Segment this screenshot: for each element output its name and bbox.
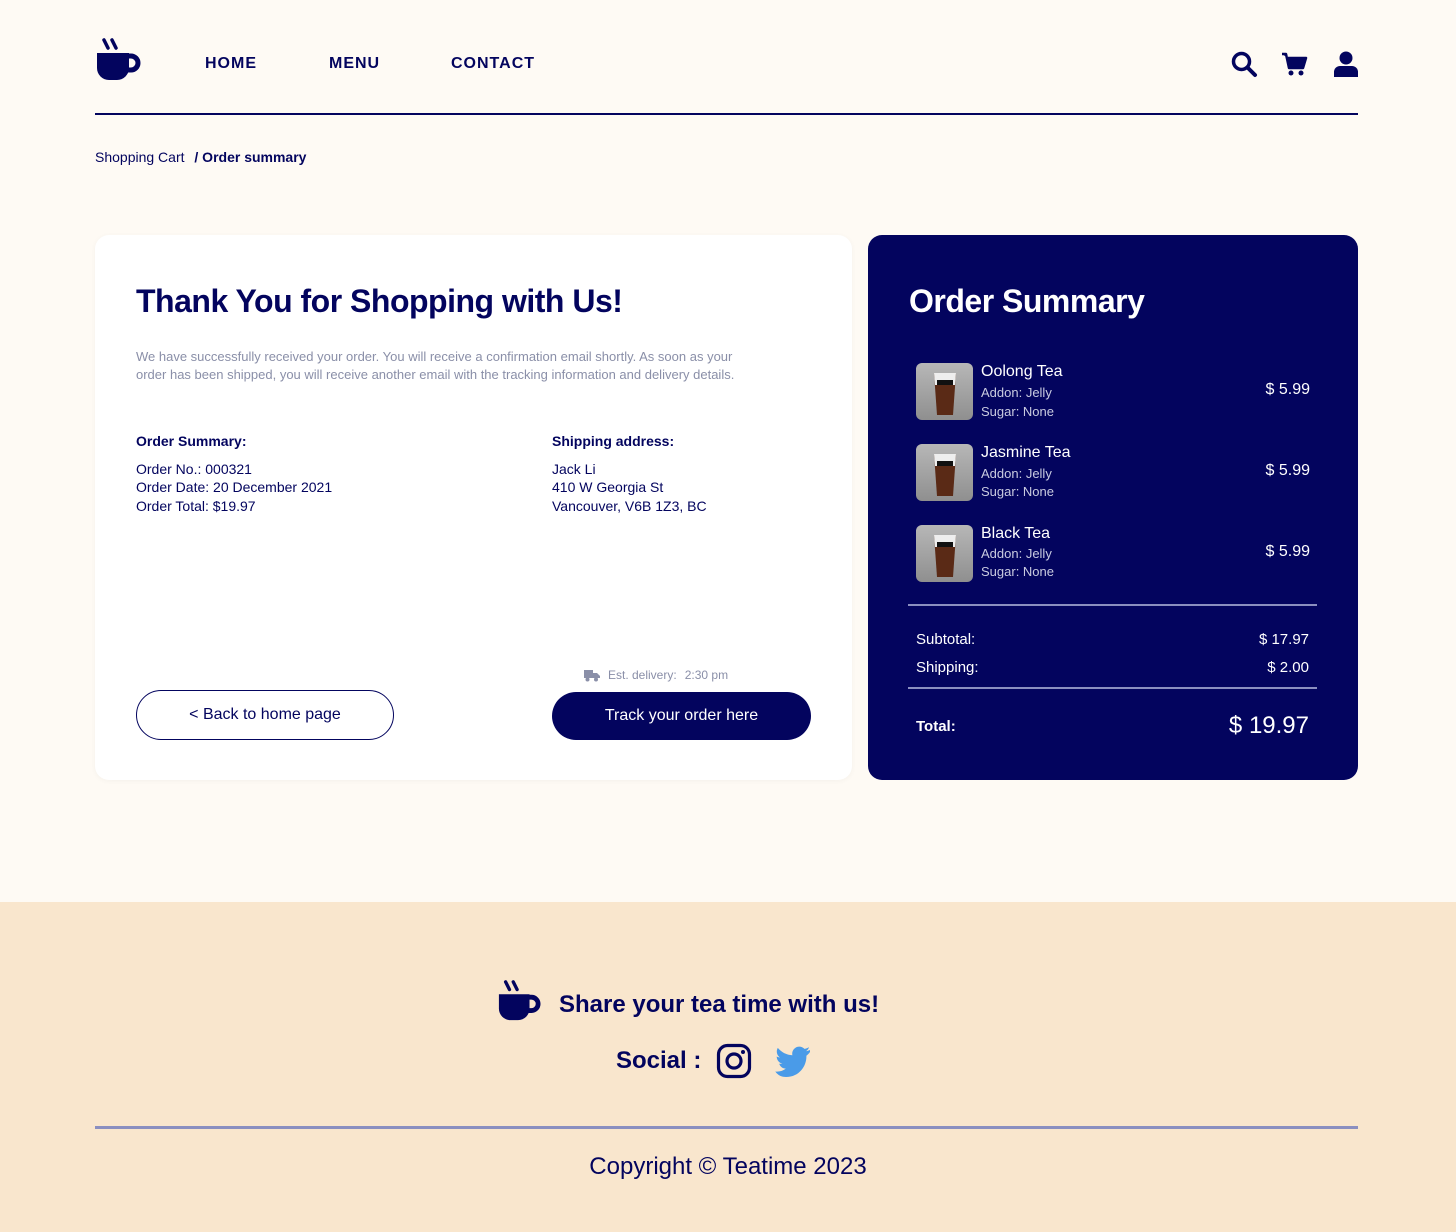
breadcrumb: Shopping Cart / Order summary: [95, 149, 306, 165]
item-price: $ 5.99: [1265, 381, 1310, 398]
subtotal-label: Subtotal:: [916, 631, 976, 648]
ship-city: Vancouver, V6B 1Z3, BC: [552, 497, 707, 514]
order-summary-title: Order Summary: [909, 283, 1145, 319]
teacup-logo-icon[interactable]: [95, 38, 141, 82]
shipping-row: Shipping: $ 2.00: [916, 659, 1309, 676]
instagram-icon[interactable]: [716, 1043, 752, 1079]
order-details: Order Summary: Order No.: 000321 Order D…: [136, 432, 332, 515]
item-addon: Addon: Jelly: [981, 385, 1052, 400]
header-divider: [95, 113, 1358, 115]
item-addon: Addon: Jelly: [981, 546, 1052, 561]
cart-icon[interactable]: [1281, 50, 1309, 78]
product-thumbnail: [916, 363, 973, 420]
item-sugar: Sugar: None: [981, 484, 1054, 499]
cart-item: Jasmine Tea Addon: Jelly Sugar: None $ 5…: [916, 444, 1310, 504]
nav-contact[interactable]: CONTACT: [451, 55, 535, 73]
ship-name: Jack Li: [552, 460, 596, 477]
footer-share-text: Share your tea time with us!: [559, 991, 880, 1018]
summary-divider: [908, 687, 1317, 689]
subtotal-row: Subtotal: $ 17.97: [916, 631, 1309, 648]
twitter-icon[interactable]: [775, 1046, 811, 1078]
teacup-logo-icon[interactable]: [497, 979, 541, 1023]
total-label: Total:: [916, 717, 956, 735]
shipping-label: Shipping:: [916, 659, 979, 676]
breadcrumb-current: / Order summary: [194, 149, 307, 165]
est-delivery-label: Est. delivery:: [608, 668, 677, 682]
nav-menu[interactable]: MENU: [329, 55, 380, 73]
nav-home[interactable]: HOME: [205, 55, 257, 73]
shipping-heading: Shipping address:: [552, 433, 675, 449]
item-name: Jasmine Tea: [981, 444, 1071, 461]
item-sugar: Sugar: None: [981, 404, 1054, 419]
item-name: Oolong Tea: [981, 363, 1063, 380]
copyright-text: Copyright © Teatime 2023: [589, 1153, 867, 1180]
shipping-value: $ 2.00: [1267, 659, 1309, 676]
order-total: Order Total: $19.97: [136, 497, 256, 514]
breadcrumb-shopping-cart[interactable]: Shopping Cart: [95, 149, 185, 165]
item-name: Black Tea: [981, 525, 1051, 542]
ship-street: 410 W Georgia St: [552, 479, 664, 495]
order-number: Order No.: 000321: [136, 460, 252, 477]
cart-item: Oolong Tea Addon: Jelly Sugar: None $ 5.…: [916, 363, 1310, 423]
page-title: Thank You for Shopping with Us!: [136, 283, 623, 319]
product-thumbnail: [916, 525, 973, 582]
order-date: Order Date: 20 December 2021: [136, 479, 333, 495]
item-addon: Addon: Jelly: [981, 466, 1052, 481]
total-row: Total: $ 19.97: [916, 712, 1309, 740]
footer-social-label: Social :: [616, 1047, 702, 1074]
search-icon[interactable]: [1230, 50, 1258, 78]
track-order-button[interactable]: Track your order here: [552, 692, 811, 740]
total-value: $ 19.97: [1228, 712, 1309, 739]
product-thumbnail: [916, 444, 973, 501]
confirmation-card: Thank You for Shopping with Us! We have …: [95, 235, 852, 780]
back-home-button[interactable]: < Back to home page: [136, 690, 394, 740]
confirmation-message: We have successfully received your order…: [136, 349, 735, 382]
subtotal-value: $ 17.97: [1258, 631, 1309, 648]
footer-divider: [95, 1126, 1358, 1129]
item-sugar: Sugar: None: [981, 564, 1054, 579]
est-delivery-time: 2:30 pm: [684, 668, 729, 682]
cart-item: Black Tea Addon: Jelly Sugar: None $ 5.9…: [916, 525, 1310, 585]
shipping-address: Shipping address: Jack Li 410 W Georgia …: [552, 432, 707, 515]
estimated-delivery: Est. delivery: 2:30 pm: [584, 668, 728, 682]
order-summary-card: Order Summary Oolong Tea Addon: Jelly Su…: [868, 235, 1358, 780]
order-details-heading: Order Summary:: [136, 433, 247, 449]
item-price: $ 5.99: [1265, 462, 1310, 479]
delivery-truck-icon: [584, 669, 600, 681]
user-icon[interactable]: [1332, 50, 1360, 78]
item-price: $ 5.99: [1265, 543, 1310, 560]
summary-divider: [908, 604, 1317, 606]
